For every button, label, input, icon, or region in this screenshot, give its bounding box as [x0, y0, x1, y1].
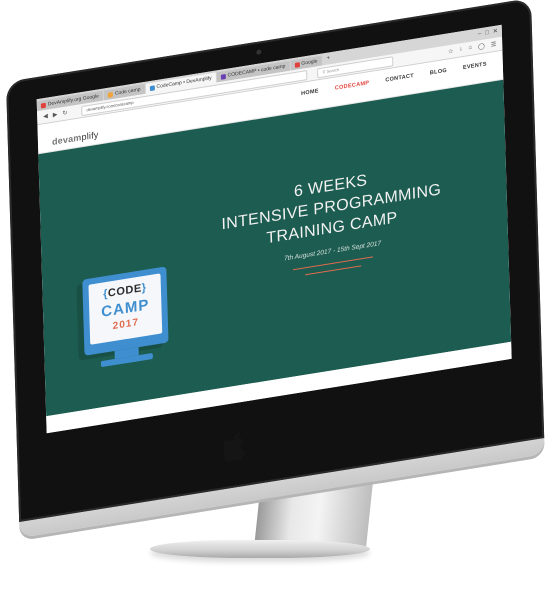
tab-favicon [220, 73, 226, 80]
codecamp-badge: {CODE} CAMP 2017 [82, 266, 169, 356]
nav-item-events[interactable]: EVENTS [463, 61, 487, 71]
forward-icon[interactable]: ▶ [53, 111, 58, 119]
star-icon[interactable]: ☆ [448, 48, 454, 56]
nav-item-contact[interactable]: CONTACT [385, 73, 414, 84]
menu-icon[interactable]: ☰ [491, 41, 497, 49]
tab-favicon [149, 84, 155, 91]
monitor: DevAmplify.org Google Code camp CodeCamp… [6, 0, 550, 582]
home-icon[interactable]: ⌂ [468, 45, 472, 53]
new-tab-button[interactable]: + [326, 52, 330, 65]
tab-favicon [40, 102, 46, 109]
shield-icon[interactable]: ◯ [478, 43, 485, 51]
back-icon[interactable]: ◀ [43, 113, 48, 121]
logo-text: plify [81, 129, 99, 143]
tab-favicon [107, 91, 113, 98]
search-placeholder: Search [326, 66, 340, 74]
tab-favicon [294, 61, 300, 68]
minimize-icon[interactable]: – [478, 28, 482, 41]
badge-screen: {CODE} CAMP 2017 [88, 273, 163, 345]
nav-item-blog[interactable]: BLOG [430, 68, 447, 77]
hero-title: 6 WEEKS INTENSIVE PROGRAMMING TRAINING C… [200, 155, 462, 260]
apple-icon [223, 432, 246, 463]
maximize-icon[interactable]: □ [485, 27, 489, 40]
search-icon: ⚲ [322, 68, 326, 75]
close-icon[interactable]: ✕ [493, 25, 498, 38]
site-logo[interactable]: devamplify [52, 130, 99, 147]
imac-mockup: DevAmplify.org Google Code camp CodeCamp… [0, 0, 550, 592]
nav-item-codecamp[interactable]: CODECAMP [335, 80, 370, 92]
download-icon[interactable]: ↓ [459, 46, 462, 53]
badge-close-brace: } [141, 281, 147, 295]
reload-icon[interactable]: ↻ [62, 109, 67, 117]
logo-mark: devam [51, 132, 82, 147]
nav-item-home[interactable]: HOME [301, 88, 319, 97]
